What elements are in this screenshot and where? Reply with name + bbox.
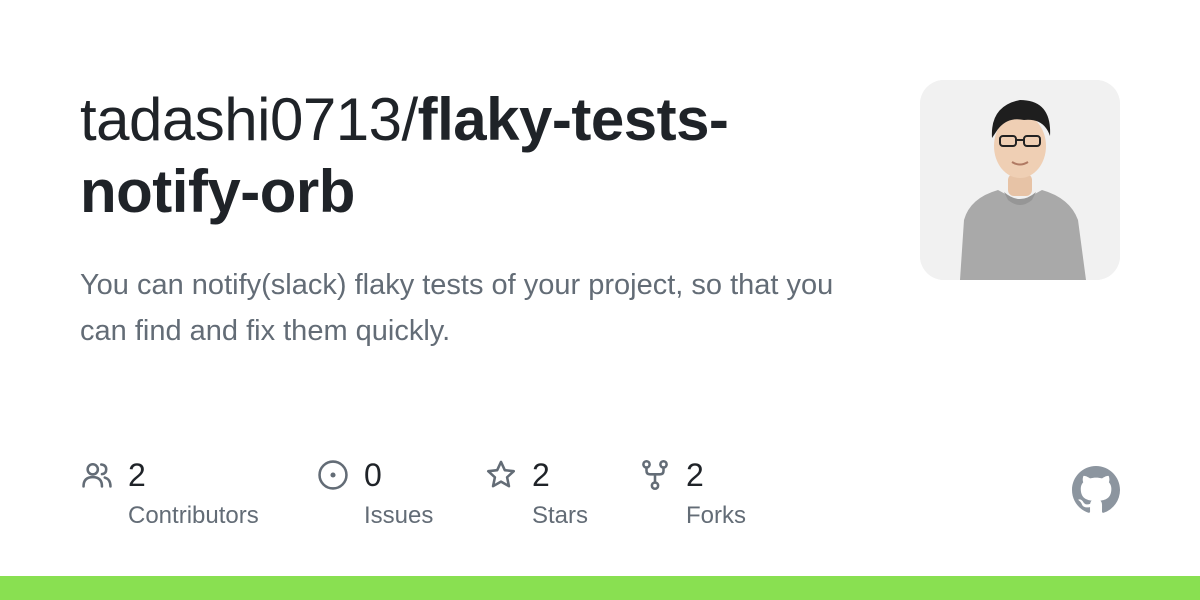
stars-label: Stars bbox=[532, 502, 589, 529]
forks-label: Forks bbox=[686, 502, 746, 529]
forks-count: 2 bbox=[686, 457, 704, 493]
issue-opened-icon bbox=[318, 460, 348, 490]
github-mark-path bbox=[1072, 466, 1120, 513]
repo-title: tadashi0713/flaky-tests-notify-orb bbox=[80, 84, 840, 228]
repo-forked-icon bbox=[642, 459, 668, 491]
avatar-photo-icon bbox=[920, 80, 1120, 280]
issues-count: 0 bbox=[364, 457, 382, 493]
github-mark-icon bbox=[1072, 466, 1120, 513]
language-bar bbox=[0, 576, 1200, 600]
repo-owner: tadashi0713/ bbox=[80, 86, 418, 153]
owner-avatar bbox=[920, 80, 1120, 280]
issues-label: Issues bbox=[364, 502, 434, 529]
repo-name-line2: notify-orb bbox=[80, 158, 355, 225]
contributors-count: 2 bbox=[128, 457, 146, 493]
stars-count: 2 bbox=[532, 457, 550, 493]
repo-description: You can notify(slack) flaky tests of you… bbox=[80, 269, 834, 347]
star-icon bbox=[486, 460, 516, 488]
people-icon bbox=[82, 462, 112, 488]
contributors-label: Contributors bbox=[128, 502, 259, 529]
repo-name-line1: flaky-tests- bbox=[417, 86, 729, 153]
